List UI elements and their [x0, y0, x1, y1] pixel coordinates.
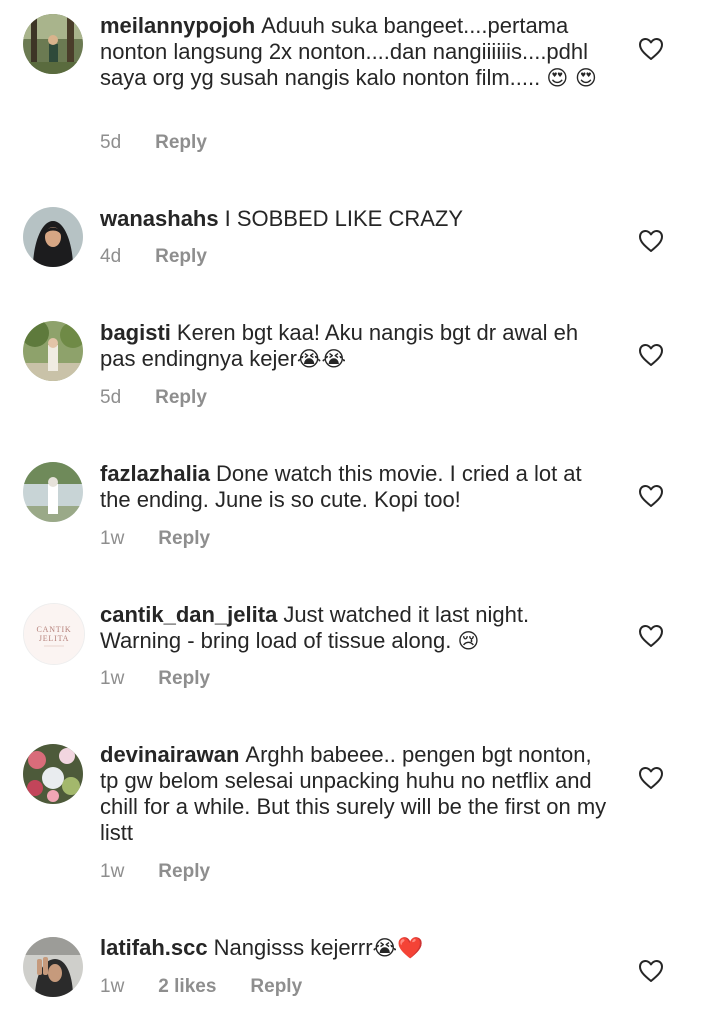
reply-button[interactable]: Reply [155, 387, 207, 408]
avatar[interactable] [23, 462, 83, 522]
comment-emoji: 😢 [457, 629, 480, 653]
avatar-forest-icon [23, 14, 83, 74]
reply-button[interactable]: Reply [155, 132, 207, 153]
comment-text: bagisti Keren bgt kaa! Aku nangis bgt dr … [100, 320, 610, 372]
like-button[interactable] [638, 959, 664, 983]
avatar-garden-icon [23, 321, 83, 381]
like-button[interactable] [638, 484, 664, 508]
comment-message: Nangisss kejerrr [213, 935, 373, 960]
avatar-hijab-icon [23, 207, 83, 267]
comment-text: cantik_dan_jelita Just watched it last ni… [100, 602, 610, 654]
comment-username[interactable]: wanashahs [100, 206, 219, 231]
heart-outline-icon [639, 344, 663, 366]
like-button[interactable] [638, 229, 664, 253]
comment-text: fazlazhalia Done watch this movie. I crie… [100, 461, 610, 513]
avatar[interactable] [23, 207, 83, 267]
avatar[interactable]: CANTIK JELITA [23, 603, 85, 665]
like-button[interactable] [638, 37, 664, 61]
avatar-flowers-icon [23, 744, 83, 804]
avatar[interactable] [23, 321, 83, 381]
heart-outline-icon [639, 38, 663, 60]
heart-outline-icon [639, 767, 663, 789]
comment-age: 1w [100, 668, 125, 689]
comment-text: devinairawan Arghh babeee.. pengen bgt no… [100, 742, 610, 846]
comment-username[interactable]: devinairawan [100, 742, 239, 767]
comment-username[interactable]: meilannypojoh [100, 13, 255, 38]
comment-age: 1w [100, 861, 125, 882]
avatar[interactable] [23, 14, 83, 74]
comment-meta: 1w Reply [100, 861, 244, 883]
reply-button[interactable]: Reply [155, 246, 207, 267]
heart-outline-icon [639, 960, 663, 982]
comment-meta: 1w Reply [100, 528, 244, 550]
comment-age: 4d [100, 246, 122, 267]
svg-text:JELITA: JELITA [39, 634, 69, 643]
comment-text: meilannypojoh Aduuh suka bangeet....perta… [100, 13, 610, 91]
comment-age: 5d [100, 132, 122, 153]
heart-outline-icon [639, 625, 663, 647]
avatar[interactable] [23, 744, 83, 804]
reply-button[interactable]: Reply [250, 976, 302, 997]
heart-outline-icon [639, 230, 663, 252]
comment-message: I SOBBED LIKE CRAZY [224, 206, 464, 231]
svg-text:CANTIK: CANTIK [36, 625, 71, 634]
avatar-peace-icon [23, 937, 83, 997]
reply-button[interactable]: Reply [158, 528, 210, 549]
comment-text: wanashahs I SOBBED LIKE CRAZY [100, 206, 610, 232]
comment-emoji: 😍 😍 [546, 66, 597, 90]
like-button[interactable] [638, 624, 664, 648]
like-button[interactable] [638, 766, 664, 790]
comment-username[interactable]: bagisti [100, 320, 171, 345]
comment-age: 1w [100, 976, 125, 997]
comment-meta: 1w Reply [100, 668, 244, 690]
avatar[interactable] [23, 937, 83, 997]
comment-username[interactable]: cantik_dan_jelita [100, 602, 277, 627]
avatar-park-icon [23, 462, 83, 522]
avatar-logo-icon: CANTIK JELITA [24, 604, 84, 664]
comment-emoji: 😭😭 [296, 347, 346, 371]
reply-button[interactable]: Reply [158, 668, 210, 689]
like-button[interactable] [638, 343, 664, 367]
comment-text: latifah.scc Nangisss kejerrr😭❤️ [100, 935, 610, 961]
comment-username[interactable]: fazlazhalia [100, 461, 210, 486]
comment-age: 5d [100, 387, 122, 408]
reply-button[interactable]: Reply [158, 861, 210, 882]
comment-age: 1w [100, 528, 125, 549]
comment-meta: 4d Reply [100, 246, 241, 268]
comment-meta: 5d Reply [100, 132, 241, 154]
likes-count[interactable]: 2 likes [158, 976, 216, 997]
comment-username[interactable]: latifah.scc [100, 935, 208, 960]
comment-meta: 5d Reply [100, 387, 241, 409]
comment-meta: 1w 2 likes Reply [100, 976, 336, 998]
heart-outline-icon [639, 485, 663, 507]
comment-emoji: 😭❤️ [372, 936, 424, 960]
